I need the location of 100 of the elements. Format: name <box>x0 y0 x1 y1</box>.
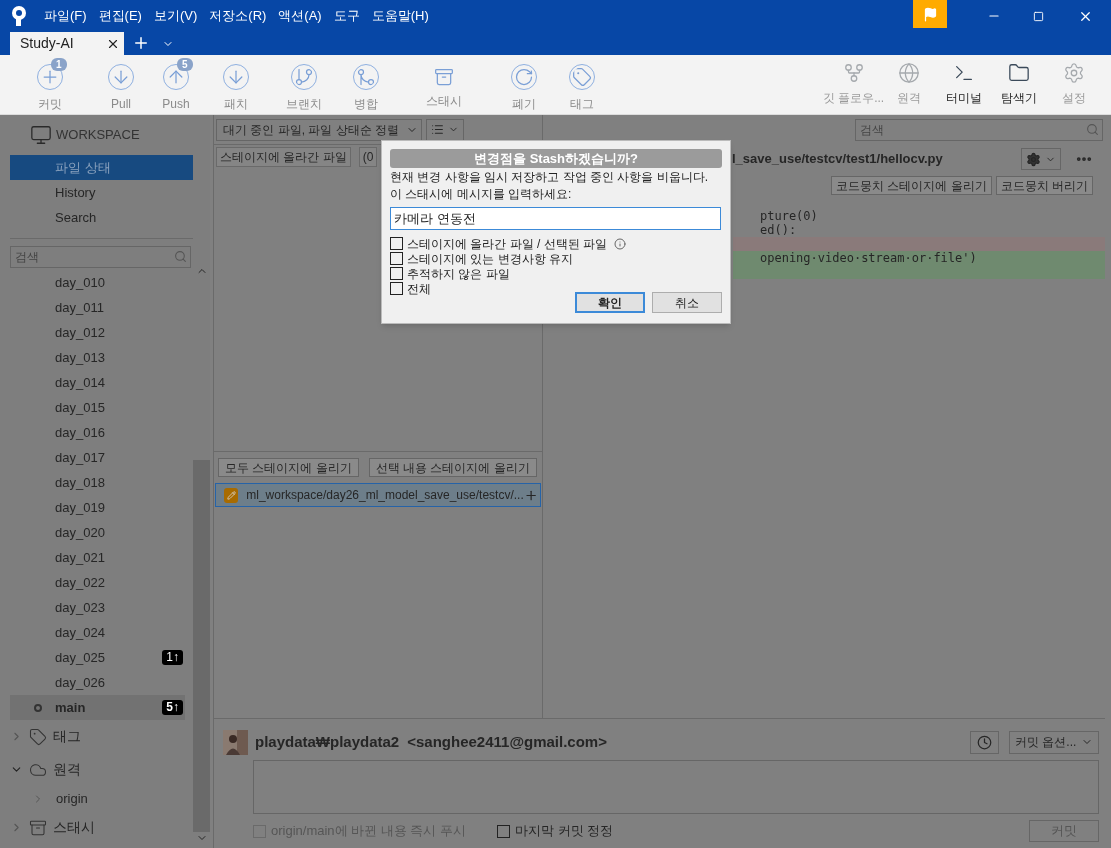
hunk-button[interactable]: 코드뭉치 버리기 <box>995 175 1093 195</box>
list-icon <box>431 123 444 136</box>
ahead-badge: 5↑ <box>162 700 183 715</box>
sidebar-item[interactable]: 파일 상태 <box>10 155 193 180</box>
toolbar-button[interactable]: 폐기 <box>494 56 554 113</box>
checkbox[interactable] <box>390 267 403 280</box>
dialog-message: 현재 변경 사항을 임시 저장하고 작업 중인 사항을 비웁니다. <box>390 170 709 185</box>
stage-button[interactable]: 선택 내용 스테이지에 올리기 <box>368 458 537 477</box>
dialog-title: 변경점을 Stash하겠습니까? <box>390 149 722 168</box>
toolbar-button[interactable]: Pull <box>92 56 150 113</box>
menu-item[interactable]: 도움말(H) <box>371 6 429 26</box>
branch-item[interactable]: day_018 <box>10 470 185 495</box>
branch-item[interactable]: day_022 <box>10 570 185 595</box>
flow-icon <box>842 62 865 84</box>
option-checkbox-label[interactable]: 전체 <box>390 281 431 296</box>
stash-message-field[interactable]: 카메라 연동전 <box>390 207 721 230</box>
search-icon <box>174 250 187 263</box>
box-icon <box>434 66 454 87</box>
branch-item[interactable]: day_013 <box>10 345 185 370</box>
toolbar-button[interactable]: 설정 <box>1046 62 1101 107</box>
hunk-button[interactable]: 코드뭉치 스테이지에 올리기 <box>831 175 992 195</box>
checkbox[interactable] <box>390 282 403 295</box>
stage-button[interactable]: 모두 스테이지에 올리기 <box>218 458 359 477</box>
current-branch-icon <box>34 703 42 712</box>
toolbar-button[interactable]: 깃 플로우... <box>826 62 881 107</box>
dialog-button[interactable]: 취소 <box>652 292 722 313</box>
branch-item[interactable]: day_011 <box>10 295 185 320</box>
tab[interactable]: Study-AI <box>10 32 124 55</box>
branch-item[interactable]: day_021 <box>10 545 185 570</box>
toolbar-button[interactable]: 1 커밋 <box>8 56 92 113</box>
file-row[interactable]: ml_workspace/day26_ml_model_save_use/testcv/... <box>215 483 541 507</box>
flag-icon <box>922 6 938 22</box>
menu-item[interactable]: 보기(V) <box>153 6 198 26</box>
menu-item[interactable]: 저장소(R) <box>209 6 267 26</box>
monitor-icon <box>30 124 52 146</box>
history-button[interactable] <box>970 730 999 754</box>
branch-item[interactable]: day_017 <box>10 445 185 470</box>
branch-item[interactable]: day_016 <box>10 420 185 445</box>
settings-dropdown[interactable] <box>1021 148 1061 170</box>
sidebar-item[interactable]: Search <box>10 205 193 230</box>
branch-item[interactable]: main 5↑ <box>10 695 185 720</box>
branch-item[interactable]: day_014 <box>10 370 185 395</box>
clock-icon <box>977 734 992 750</box>
box-icon <box>29 818 47 837</box>
search-field[interactable]: 검색 <box>855 119 1103 141</box>
option-checkbox-label[interactable]: 추적하지 않은 파일 <box>390 266 510 281</box>
settings-icon <box>1062 62 1085 84</box>
tree-item[interactable]: 원격 <box>10 753 193 786</box>
menu-item[interactable]: 편집(E) <box>98 6 142 26</box>
toolbar-button[interactable]: 원격 <box>881 62 936 107</box>
branch-item[interactable]: day_015 <box>10 395 185 420</box>
search-icon <box>1086 123 1099 136</box>
toolbar-button[interactable]: 탐색기 <box>991 62 1046 107</box>
checkbox[interactable] <box>390 237 403 250</box>
modified-icon <box>224 487 239 503</box>
menu-item[interactable]: 도구 <box>333 6 360 26</box>
search-field[interactable]: 검색 <box>10 246 191 268</box>
branch-item[interactable]: day_023 <box>10 595 185 620</box>
option-checkbox-label[interactable]: 스테이지에 올라간 파일 / 선택된 파일 <box>390 236 626 251</box>
branch-item[interactable]: day_025 1↑ <box>10 645 185 670</box>
section-label: 스테이지에 올라간 파일 <box>216 147 351 167</box>
option-checkbox-label[interactable]: 스테이지에 있는 변경사항 유지 <box>390 251 573 266</box>
count-label: (0 <box>358 147 378 167</box>
amend-checkbox-label[interactable]: 마지막 커밋 정정 <box>497 821 614 841</box>
branch-item[interactable]: day_024 <box>10 620 185 645</box>
menu-item[interactable]: 파일(F) <box>44 6 87 26</box>
sidebar-item[interactable]: History <box>10 180 193 205</box>
code-line: pture(0) <box>759 209 819 223</box>
checkbox[interactable] <box>497 824 511 838</box>
tree-item[interactable]: 스태시 <box>10 811 193 844</box>
ahead-badge: 1↑ <box>162 650 183 665</box>
branch-item[interactable]: day_010 <box>10 270 185 295</box>
sort-dropdown[interactable]: 대기 중인 파일, 파일 상태순 정렬 <box>216 118 422 141</box>
tree-item[interactable]: origin <box>10 786 193 811</box>
dialog-button[interactable]: 확인 <box>575 292 645 313</box>
branch-item[interactable]: day_012 <box>10 320 185 345</box>
toolbar-button[interactable]: 브랜치 <box>270 56 338 113</box>
branch-item[interactable]: day_026 <box>10 670 185 695</box>
count-badge: 1 <box>51 57 67 71</box>
toolbar-button[interactable]: 태그 <box>554 56 610 113</box>
checkbox[interactable] <box>390 252 403 265</box>
branch-item[interactable]: day_020 <box>10 520 185 545</box>
commit-message-field[interactable] <box>253 760 1099 814</box>
branch-item[interactable]: day_019 <box>10 495 185 520</box>
maximize-icon[interactable] <box>1033 10 1044 22</box>
folder-icon <box>1007 62 1030 84</box>
dialog-message: 이 스태시에 메시지를 입력하세요: <box>390 187 573 202</box>
toolbar-button[interactable]: 병합 <box>338 56 394 113</box>
author-email: <sanghee2411@gmail.com> <box>407 731 608 752</box>
toolbar-button[interactable]: 5 Push <box>150 56 202 113</box>
app-logo-icon <box>10 5 28 27</box>
count-badge: 5 <box>177 57 193 71</box>
commit-options-dropdown[interactable]: 커밋 옵션... <box>1009 730 1099 754</box>
toolbar-button[interactable]: 스태시 <box>394 59 494 110</box>
tree-item[interactable]: 태그 <box>10 720 193 753</box>
new-tab-icon[interactable] <box>132 34 150 52</box>
toolbar-button[interactable]: 터미널 <box>936 62 991 107</box>
toolbar-button[interactable]: 패치 <box>202 56 270 113</box>
menu-item[interactable]: 액션(A) <box>278 6 322 26</box>
tag-icon <box>29 727 47 746</box>
